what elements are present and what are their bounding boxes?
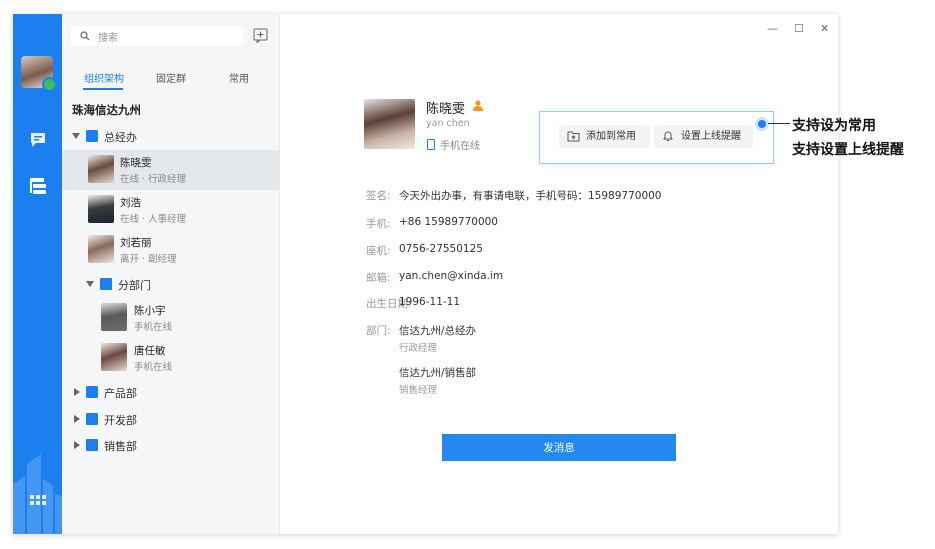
member-status: 在线 · 行政经理 bbox=[120, 174, 187, 185]
dept-label: 分部门 bbox=[118, 279, 151, 292]
profile-status-text: 手机在线 bbox=[440, 141, 480, 152]
member-name: 刘若丽 bbox=[120, 237, 152, 249]
callout-line2: 支持设置上线提醒 bbox=[792, 142, 904, 158]
panel-tabs: 组织架构 固定群 常用 bbox=[62, 70, 279, 88]
chevron-right-icon bbox=[74, 415, 80, 423]
dept1-role: 行政经理 bbox=[399, 343, 438, 354]
avatar bbox=[88, 235, 114, 263]
dept-label: 开发部 bbox=[104, 414, 137, 427]
member-name: 唐任敏 bbox=[134, 345, 166, 357]
profile-avatar bbox=[364, 99, 415, 149]
online-alert-button[interactable]: 设置上线提醒 bbox=[654, 125, 753, 148]
contacts-icon[interactable] bbox=[28, 176, 48, 196]
dept-dev[interactable]: 开发部 bbox=[72, 411, 262, 429]
profile-status: 手机在线 bbox=[427, 137, 480, 152]
profile-name: 陈晓雯 bbox=[426, 102, 466, 117]
mobile-label: 手机: bbox=[366, 218, 391, 230]
birthday-value: 1996-11-11 bbox=[399, 296, 461, 308]
building-decoration-icon bbox=[13, 454, 62, 534]
dept-label: 产品部 bbox=[104, 387, 137, 400]
folder-icon bbox=[86, 413, 98, 425]
search-placeholder: 搜索 bbox=[98, 33, 118, 44]
member-row[interactable]: 唐任敏 手机在线 bbox=[62, 338, 279, 378]
mobile-value[interactable]: +86 15989770000 bbox=[399, 216, 498, 228]
avatar bbox=[101, 343, 127, 371]
member-name: 陈小宇 bbox=[134, 305, 166, 317]
tab-org[interactable]: 组织架构 bbox=[84, 70, 124, 85]
folder-icon bbox=[86, 386, 98, 398]
member-name: 刘浩 bbox=[120, 197, 141, 209]
add-favorite-label: 添加到常用 bbox=[586, 131, 636, 142]
send-message-button[interactable]: 发消息 bbox=[442, 434, 676, 461]
folder-icon bbox=[100, 278, 112, 290]
chevron-down-icon bbox=[86, 281, 94, 287]
dept-label: 部门: bbox=[366, 325, 391, 337]
mobile-icon bbox=[427, 139, 435, 150]
member-status: 在线 · 人事经理 bbox=[120, 214, 187, 225]
left-rail bbox=[13, 14, 62, 534]
avatar bbox=[88, 155, 114, 183]
org-name: 珠海信达九州 bbox=[72, 103, 141, 117]
landline-label: 座机: bbox=[366, 245, 391, 257]
signature-label: 签名: bbox=[366, 190, 391, 202]
apps-grid-icon[interactable] bbox=[28, 490, 48, 510]
app-window: 搜索 组织架构 固定群 常用 珠海信达九州 总经办 陈晓雯 在线 · 行政经理 … bbox=[13, 14, 838, 534]
chevron-down-icon bbox=[72, 133, 80, 139]
chat-icon[interactable] bbox=[28, 130, 48, 150]
callout-line1: 支持设为常用 bbox=[792, 118, 876, 134]
avatar bbox=[88, 195, 114, 223]
dept-label: 总经办 bbox=[104, 131, 137, 144]
dept-product[interactable]: 产品部 bbox=[72, 384, 262, 402]
email-value[interactable]: yan.chen@xinda.im bbox=[399, 270, 503, 282]
member-name: 陈晓雯 bbox=[120, 157, 152, 169]
tab-frequent[interactable]: 常用 bbox=[229, 70, 249, 85]
profile-area: — ☐ ✕ 陈晓雯 yan chen 手机在线 签名: 今天外出办事，有事请电联… bbox=[280, 14, 838, 534]
bell-icon bbox=[663, 131, 673, 141]
favorite-folder-icon bbox=[567, 131, 580, 142]
folder-icon bbox=[86, 439, 98, 451]
dept1-value: 信达九州/总经办 bbox=[399, 325, 477, 337]
dept-top[interactable]: 总经办 bbox=[72, 128, 262, 146]
avatar bbox=[101, 303, 127, 331]
add-to-favorites-button[interactable]: 添加到常用 bbox=[559, 125, 650, 148]
user-icon bbox=[473, 100, 483, 111]
search-icon bbox=[80, 31, 90, 41]
profile-pinyin: yan chen bbox=[426, 118, 470, 129]
my-avatar[interactable] bbox=[21, 56, 57, 92]
chevron-right-icon bbox=[74, 388, 80, 396]
new-chat-icon[interactable] bbox=[253, 28, 268, 43]
member-status: 离开 · 副经理 bbox=[120, 254, 177, 265]
member-row[interactable]: 陈晓雯 在线 · 行政经理 bbox=[62, 150, 279, 190]
dept2-value: 信达九州/销售部 bbox=[399, 367, 477, 379]
maximize-button[interactable]: ☐ bbox=[794, 22, 804, 35]
dept2-role: 销售经理 bbox=[399, 385, 438, 396]
callout-line bbox=[768, 123, 790, 124]
member-row[interactable]: 刘浩 在线 · 人事经理 bbox=[62, 190, 279, 230]
member-row[interactable]: 陈小宇 手机在线 bbox=[62, 298, 279, 338]
landline-value[interactable]: 0756-27550125 bbox=[399, 243, 483, 255]
contacts-panel: 搜索 组织架构 固定群 常用 珠海信达九州 总经办 陈晓雯 在线 · 行政经理 … bbox=[62, 14, 280, 534]
tab-fixed-groups[interactable]: 固定群 bbox=[156, 70, 186, 85]
online-alert-label: 设置上线提醒 bbox=[681, 131, 741, 142]
active-tab-indicator bbox=[83, 88, 123, 90]
member-status: 手机在线 bbox=[134, 322, 173, 333]
signature-value: 今天外出办事，有事请电联，手机号码：15989770000 bbox=[399, 190, 662, 202]
search-input[interactable]: 搜索 bbox=[71, 26, 243, 46]
profile-actions-popup: 添加到常用 设置上线提醒 bbox=[539, 111, 774, 164]
member-status: 手机在线 bbox=[134, 362, 173, 373]
dept-label: 销售部 bbox=[104, 440, 137, 453]
folder-icon bbox=[86, 130, 98, 142]
minimize-button[interactable]: — bbox=[767, 22, 778, 35]
callout-marker-icon bbox=[755, 117, 769, 131]
dept-sales[interactable]: 销售部 bbox=[72, 437, 262, 455]
dept-sub[interactable]: 分部门 bbox=[86, 276, 256, 294]
close-button[interactable]: ✕ bbox=[820, 22, 829, 35]
online-status-icon bbox=[42, 77, 57, 92]
member-row[interactable]: 刘若丽 离开 · 副经理 bbox=[62, 230, 279, 270]
email-label: 邮箱: bbox=[366, 272, 391, 284]
chevron-right-icon bbox=[74, 441, 80, 449]
